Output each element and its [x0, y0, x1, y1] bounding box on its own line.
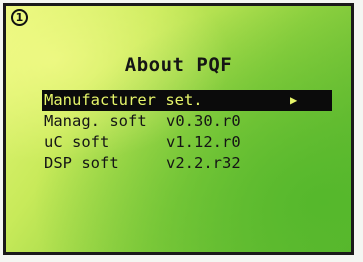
version-value: v0.30.r0	[166, 112, 241, 130]
version-value: v1.12.r0	[166, 133, 241, 151]
version-value: v2.2.r32	[166, 154, 241, 172]
menu-item-label: DSP soft	[44, 154, 119, 172]
menu-item-label: Manufacturer set.	[44, 91, 203, 109]
menu-item-uc-software[interactable]: uC soft v1.12.r0	[42, 132, 332, 153]
about-menu: Manufacturer set. ▶ Manag. soft v0.30.r0…	[42, 90, 332, 174]
step-number-badge: 1	[11, 9, 28, 26]
submenu-arrow-icon: ▶	[290, 93, 298, 107]
menu-item-label: Manag. soft	[44, 112, 147, 130]
screen-title: About PQF	[124, 54, 233, 76]
menu-item-manufacturer-settings[interactable]: Manufacturer set. ▶	[42, 90, 332, 111]
menu-item-management-software[interactable]: Manag. soft v0.30.r0	[42, 111, 332, 132]
menu-item-label: uC soft	[44, 133, 110, 151]
menu-item-dsp-software[interactable]: DSP soft v2.2.r32	[42, 153, 332, 174]
pqf-controller-display: 1 About PQF Manufacturer set. ▶ Manag. s…	[0, 0, 363, 262]
lcd-screen: 1 About PQF Manufacturer set. ▶ Manag. s…	[3, 3, 354, 255]
